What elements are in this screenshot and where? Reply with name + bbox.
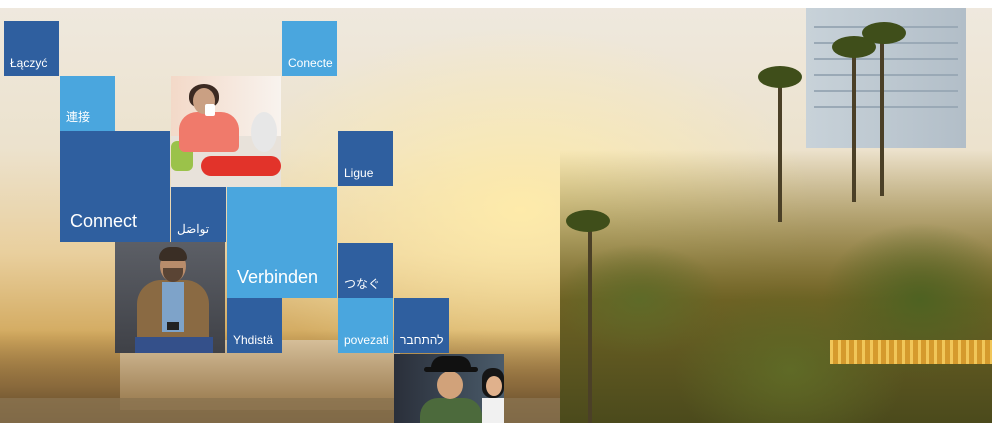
- tile-finnish: Yhdistä: [227, 298, 282, 353]
- tile-polish: Łączyć: [4, 21, 59, 76]
- hat-brim: [424, 367, 478, 372]
- tile-portuguese-connect: Conecte: [282, 21, 337, 76]
- hero-banner: Łączyć Conecte 連接 Ligue Connect تواصَل V…: [0, 0, 992, 423]
- phone-icon: [167, 322, 179, 330]
- person-torso: [179, 112, 239, 152]
- tile-portuguese-ligue: Ligue: [338, 131, 393, 186]
- person-legs: [201, 156, 281, 176]
- tile-label: 連接: [66, 110, 91, 124]
- building-window-row: [814, 90, 958, 92]
- person-torso: [482, 398, 504, 423]
- tile-label: つなぐ: [344, 277, 381, 291]
- tile-label: Ligue: [344, 166, 374, 180]
- tile-label: Verbinden: [237, 267, 319, 287]
- tile-label: להתחבר: [400, 333, 444, 347]
- person-hair: [159, 247, 187, 261]
- tile-label: تواصَل: [177, 222, 210, 236]
- building-window-row: [814, 74, 958, 76]
- trees: [560, 150, 992, 423]
- palm-trunk: [588, 228, 592, 423]
- palm-trunk: [852, 52, 856, 202]
- person-jeans: [135, 337, 213, 353]
- person-face: [437, 371, 463, 399]
- boardwalk-railing: [830, 340, 992, 364]
- palm-trunk: [880, 36, 884, 196]
- photo-woman-with-cup: [171, 76, 281, 187]
- tile-label: Łączyć: [10, 56, 48, 70]
- palm-trunk: [778, 82, 782, 222]
- tile-german: Verbinden: [227, 187, 337, 298]
- building-window-row: [814, 106, 958, 108]
- top-strip: [0, 0, 992, 8]
- road: [0, 398, 600, 423]
- tile-label: povezati: [344, 333, 389, 347]
- palm-crown: [758, 66, 802, 88]
- tile-hebrew: להתחבר: [394, 298, 449, 353]
- tile-chinese: 連接: [60, 76, 115, 131]
- photo-people-laughing: [394, 354, 504, 423]
- palm-crown: [566, 210, 610, 232]
- tile-arabic: تواصَل: [171, 187, 226, 242]
- person-torso: [420, 398, 482, 423]
- tile-croatian: povezati: [338, 298, 393, 353]
- tile-japanese: つなぐ: [338, 243, 393, 298]
- tile-label: Conecte: [288, 56, 333, 70]
- tile-label: Yhdistä: [233, 333, 274, 347]
- building-window-row: [814, 58, 958, 60]
- person-face: [486, 376, 502, 396]
- cup-icon: [205, 104, 215, 116]
- palm-crown: [862, 22, 906, 44]
- lamp: [251, 112, 277, 152]
- tile-label: Connect: [70, 211, 138, 231]
- tile-english: Connect: [60, 131, 170, 242]
- photo-man-with-phone: [115, 242, 225, 353]
